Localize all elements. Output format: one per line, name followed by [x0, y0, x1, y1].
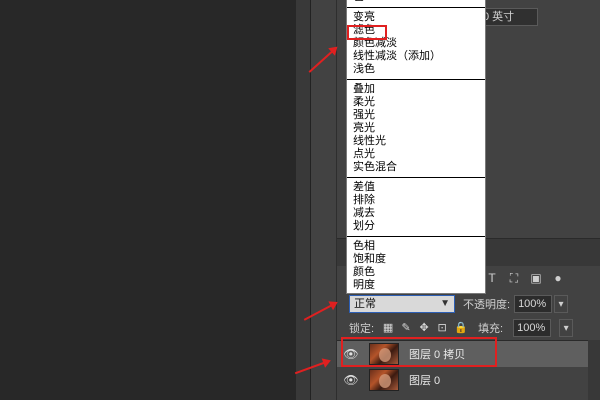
blend-mode-select[interactable]: 正常 ▼ — [349, 295, 455, 313]
lock-image-pixels-icon[interactable]: ✎ — [400, 322, 412, 334]
menu-item-hard-mix[interactable]: 实色混合 — [353, 161, 485, 174]
menu-item-linear-dodge[interactable]: 线性减淡（添加） — [353, 50, 485, 63]
menu-item-difference[interactable]: 差值 — [353, 181, 485, 194]
opacity-label: 不透明度: — [463, 299, 511, 311]
menu-item-linear-light[interactable]: 线性光 — [353, 135, 485, 148]
menu-group-component: 色相 饱和度 颜色 明度 — [347, 240, 485, 292]
menu-separator — [347, 177, 485, 178]
menu-item-exclusion[interactable]: 排除 — [353, 194, 485, 207]
canvas-scroll-edge — [296, 0, 310, 400]
menu-group-contrast: 叠加 柔光 强光 亮光 线性光 点光 实色混合 — [347, 83, 485, 174]
menu-item-lighter-color[interactable]: 浅色 — [353, 63, 485, 76]
filter-toggle-icon[interactable]: ● — [551, 271, 565, 285]
blend-mode-value: 正常 — [354, 298, 376, 310]
layers-scrollbar[interactable] — [588, 340, 600, 400]
layer-thumbnail — [369, 369, 399, 391]
menu-item-luminosity[interactable]: 明度 — [353, 279, 485, 292]
lock-position-icon[interactable]: ✥ — [418, 322, 430, 334]
lock-fill-row: 锁定: ▦ ✎ ✥ ⊡ 🔒 填充: 100% ▾ — [349, 318, 599, 338]
fill-dropdown-icon[interactable]: ▾ — [559, 319, 574, 337]
lock-all-icon[interactable]: 🔒 — [454, 322, 468, 334]
menu-item-color[interactable]: 颜色 — [353, 266, 485, 279]
menu-item-soft-light[interactable]: 柔光 — [353, 96, 485, 109]
opacity-dropdown-icon[interactable]: ▾ — [554, 295, 569, 313]
screen-highlight-box — [347, 25, 387, 40]
lock-transparent-pixels-icon[interactable]: ▦ — [382, 322, 394, 334]
layer-name: 图层 0 — [409, 375, 441, 387]
menu-item-overlay[interactable]: 叠加 — [353, 83, 485, 96]
layer-row-0[interactable]: 👁 图层 0 — [337, 367, 588, 393]
menu-item-saturation[interactable]: 饱和度 — [353, 253, 485, 266]
layer-highlight-box — [341, 337, 497, 367]
menu-item-vivid-light[interactable]: 亮光 — [353, 122, 485, 135]
opacity-input[interactable]: 100% — [514, 295, 553, 313]
lock-label: 锁定: — [349, 323, 375, 335]
menu-partial: 色 — [347, 0, 485, 4]
smart-object-filter-icon[interactable]: ▣ — [529, 271, 543, 285]
size-input-field[interactable]: 0 英寸 — [478, 8, 538, 26]
menu-separator — [347, 79, 485, 80]
type-filter-icon[interactable]: T — [485, 271, 499, 285]
layers-filter-toolbar: T ⛶ ▣ ● — [485, 271, 575, 289]
chevron-down-icon: ▼ — [440, 298, 450, 309]
fill-label: 填充: — [478, 323, 504, 335]
fill-input[interactable]: 100% — [513, 319, 552, 337]
eye-icon[interactable]: 👁 — [337, 373, 365, 387]
menu-item-hue[interactable]: 色相 — [353, 240, 485, 253]
menu-separator — [347, 236, 485, 237]
shape-filter-icon[interactable]: ⛶ — [507, 271, 521, 285]
blend-opacity-row: 正常 ▼ 不透明度: 100% ▾ — [349, 294, 599, 314]
menu-item-lighten[interactable]: 变亮 — [353, 11, 485, 24]
lock-artboard-icon[interactable]: ⊡ — [436, 322, 448, 334]
menu-item-hard-light[interactable]: 强光 — [353, 109, 485, 122]
canvas-area[interactable] — [0, 0, 296, 400]
menu-item-pin-light[interactable]: 点光 — [353, 148, 485, 161]
menu-item-divide[interactable]: 划分 — [353, 220, 485, 233]
menu-item-partial[interactable]: 色 — [353, 0, 485, 4]
blend-mode-menu: 色 变亮 滤色 颜色减淡 线性减淡（添加） 浅色 叠加 柔光 强光 亮光 线性光… — [346, 0, 486, 294]
menu-separator — [347, 7, 485, 8]
menu-item-subtract[interactable]: 减去 — [353, 207, 485, 220]
menu-group-lighten: 变亮 滤色 颜色减淡 线性减淡（添加） 浅色 — [347, 11, 485, 76]
menu-group-inversion: 差值 排除 减去 划分 — [347, 181, 485, 233]
